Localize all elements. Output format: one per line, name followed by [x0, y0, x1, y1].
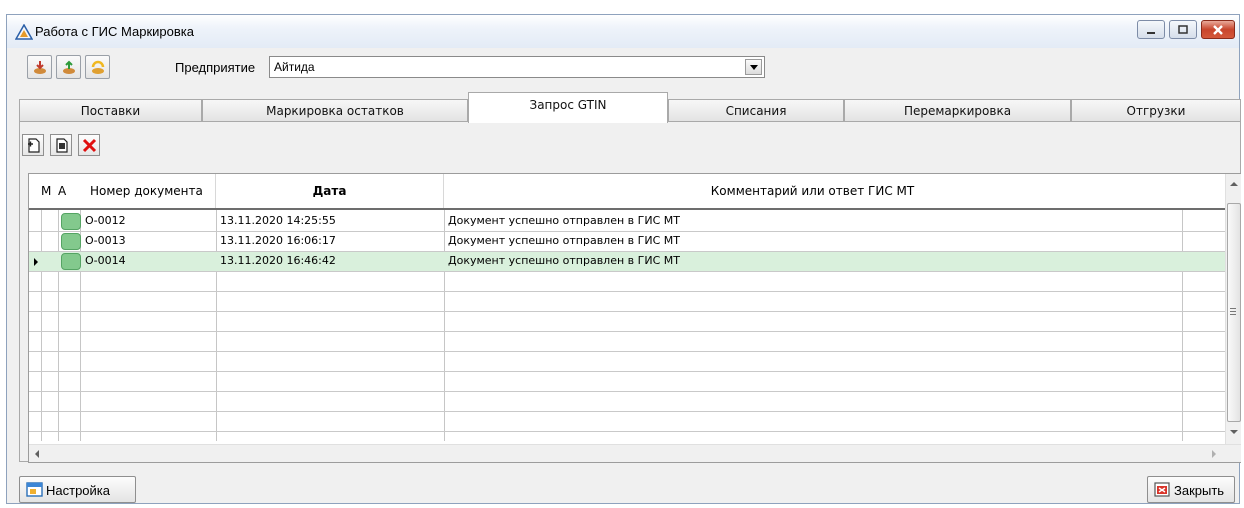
delete-x-icon	[82, 138, 97, 153]
documents-grid: М А Номер документа Дата Комментарий или…	[28, 173, 1241, 463]
scroll-right-icon[interactable]	[1212, 450, 1216, 458]
empty-row	[29, 312, 1225, 332]
row-date: 13.11.2020 14:25:55	[220, 214, 336, 227]
refresh-icon	[91, 60, 105, 74]
row-number: О-0014	[85, 254, 126, 267]
tab-zapros-gtin[interactable]: Запрос GTIN	[468, 92, 668, 123]
tab-postavki[interactable]: Поставки	[19, 99, 202, 122]
row-date: 13.11.2020 16:06:17	[220, 234, 336, 247]
tab-otgruzki[interactable]: Отгрузки	[1071, 99, 1241, 122]
minimize-icon	[1138, 21, 1164, 38]
upload-button[interactable]	[56, 55, 81, 79]
row-number: О-0012	[85, 214, 126, 227]
scroll-left-icon[interactable]	[35, 450, 39, 458]
horizontal-scrollbar[interactable]	[29, 444, 1241, 462]
empty-row	[29, 332, 1225, 352]
refresh-button[interactable]	[85, 55, 110, 79]
row-comment: Документ успешно отправлен в ГИС МТ	[448, 234, 680, 247]
settings-button[interactable]: Настройка	[19, 476, 136, 503]
exit-icon	[1154, 482, 1170, 497]
enterprise-value: Айтида	[274, 60, 315, 74]
table-row[interactable]: О-0012 13.11.2020 14:25:55 Документ успе…	[29, 212, 1225, 232]
enterprise-label: Предприятие	[175, 60, 256, 75]
table-row[interactable]: О-0013 13.11.2020 16:06:17 Документ успе…	[29, 232, 1225, 252]
minimize-button[interactable]	[1137, 20, 1165, 39]
close-window-button[interactable]	[1201, 20, 1235, 39]
status-ok-icon	[61, 233, 81, 250]
grid-header: М А Номер документа Дата Комментарий или…	[29, 174, 1225, 210]
status-ok-icon	[61, 213, 81, 230]
empty-row	[29, 272, 1225, 292]
close-icon	[1202, 21, 1234, 38]
vertical-scrollbar[interactable]	[1225, 174, 1241, 444]
row-comment: Документ успешно отправлен в ГИС МТ	[448, 214, 680, 227]
tab-peremarkirovka[interactable]: Перемаркировка	[844, 99, 1071, 122]
tab-markirovka-ostatkov[interactable]: Маркировка остатков	[202, 99, 468, 122]
download-arrow-icon	[34, 61, 46, 74]
tab-bar: Поставки Маркировка остатков Запрос GTIN…	[19, 92, 1241, 123]
close-button[interactable]: Закрыть	[1147, 476, 1235, 503]
tab-panel: М А Номер документа Дата Комментарий или…	[19, 121, 1241, 463]
tab-spisaniya[interactable]: Списания	[668, 99, 844, 122]
settings-label: Настройка	[46, 483, 110, 498]
enterprise-select[interactable]: Айтида	[269, 56, 765, 78]
column-header-a[interactable]: А	[58, 174, 72, 208]
column-header-m[interactable]: М	[41, 174, 55, 208]
delete-document-button[interactable]	[78, 134, 100, 156]
row-number: О-0013	[85, 234, 126, 247]
maximize-button[interactable]	[1169, 20, 1197, 39]
close-label: Закрыть	[1174, 483, 1225, 498]
scroll-up-icon[interactable]	[1230, 182, 1238, 186]
empty-row	[29, 412, 1225, 432]
upload-arrow-icon	[63, 60, 75, 74]
app-window: Работа с ГИС Маркировка Предприятие Айти…	[6, 14, 1241, 504]
window-title: Работа с ГИС Маркировка	[35, 24, 194, 39]
settings-window-icon	[26, 482, 43, 497]
new-document-icon	[28, 138, 40, 153]
empty-row	[29, 352, 1225, 372]
download-button[interactable]	[27, 55, 52, 79]
edit-document-icon	[56, 138, 68, 153]
current-row-pointer-icon	[34, 258, 38, 266]
column-header-date[interactable]: Дата	[216, 174, 444, 208]
title-bar: Работа с ГИС Маркировка	[7, 15, 1239, 48]
empty-row	[29, 392, 1225, 412]
status-ok-icon	[61, 253, 81, 270]
row-comment: Документ успешно отправлен в ГИС МТ	[448, 254, 680, 267]
scroll-down-icon[interactable]	[1230, 430, 1238, 434]
empty-row	[29, 372, 1225, 392]
edit-document-button[interactable]	[50, 134, 72, 156]
column-header-comment[interactable]: Комментарий или ответ ГИС МТ	[444, 174, 1181, 208]
row-date: 13.11.2020 16:46:42	[220, 254, 336, 267]
table-row-selected[interactable]: О-0014 13.11.2020 16:46:42 Документ успе…	[29, 252, 1225, 272]
maximize-icon	[1170, 21, 1196, 38]
chevron-down-icon[interactable]	[745, 59, 762, 75]
empty-row	[29, 292, 1225, 312]
grip-icon	[1230, 308, 1236, 315]
add-document-button[interactable]	[22, 134, 44, 156]
column-header-number[interactable]: Номер документа	[73, 174, 216, 208]
app-logo-icon	[15, 24, 33, 40]
